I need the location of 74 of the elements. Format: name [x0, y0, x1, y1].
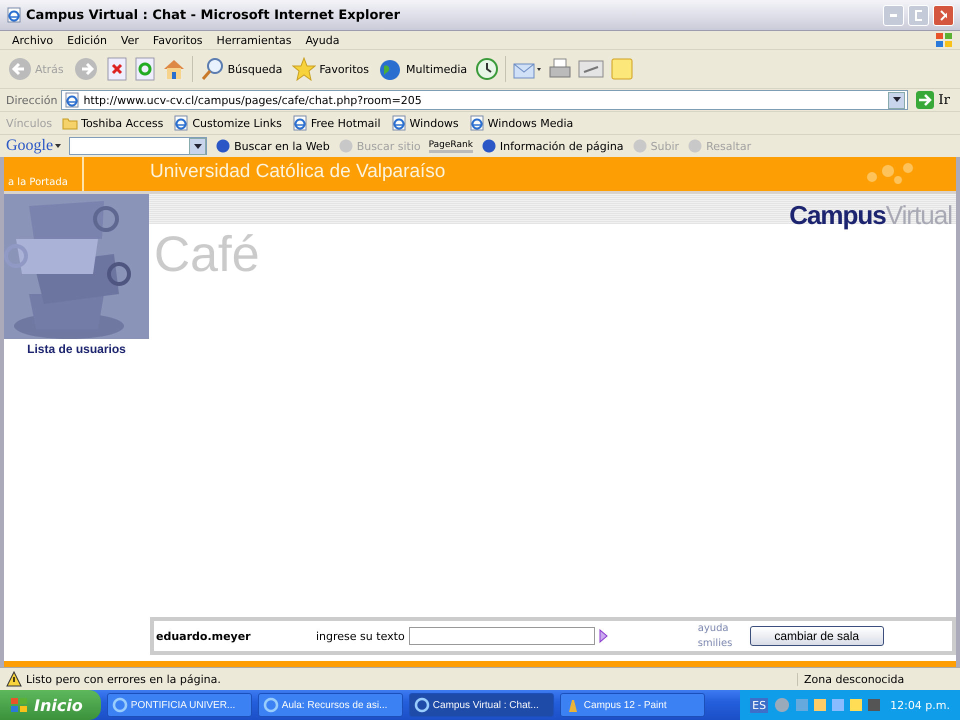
warning-icon	[6, 671, 22, 687]
address-label: Dirección	[6, 94, 58, 106]
history-icon[interactable]	[475, 57, 500, 81]
taskbar-button[interactable]: Campus Virtual : Chat...	[408, 693, 554, 717]
star-icon	[292, 57, 316, 81]
caret-icon	[194, 144, 202, 150]
menu-item[interactable]: Ayuda	[299, 34, 346, 46]
username: eduardo.meyer	[155, 630, 252, 642]
minimize-icon	[890, 14, 897, 16]
circle-icon	[480, 138, 497, 154]
home-icon[interactable]	[162, 57, 186, 81]
help-link[interactable]: ayuda	[698, 623, 750, 634]
taskbar-button[interactable]: Campus 12 - Paint	[560, 693, 705, 717]
google-toolbar-button[interactable]: Información de página	[480, 138, 624, 154]
browser-page-icon	[390, 115, 407, 131]
circle-icon	[215, 138, 232, 154]
dots-decoration	[866, 162, 916, 184]
google-toolbar-button[interactable]: Buscar en la Web	[215, 138, 330, 154]
dropdown-button[interactable]	[888, 92, 906, 108]
link-item[interactable]: Free Hotmail	[292, 115, 381, 131]
dropdown-button[interactable]	[189, 138, 206, 155]
link-item[interactable]: Windows	[390, 115, 459, 131]
university-name: Universidad Católica de Valparaíso	[149, 160, 446, 184]
menu-item[interactable]: Herramientas	[210, 34, 298, 46]
taskbar-button[interactable]: PONTIFICIA UNIVER...	[106, 693, 252, 717]
search-button[interactable]: Búsqueda	[198, 55, 284, 83]
stop-icon[interactable]	[106, 57, 128, 81]
language-indicator[interactable]: ES	[750, 698, 768, 712]
taskbar-button[interactable]: Aula: Recursos de asi...	[258, 693, 403, 717]
circle-icon	[687, 138, 704, 154]
browser-icon	[112, 697, 128, 713]
close-button[interactable]	[933, 4, 954, 26]
windows-logo-icon	[10, 697, 28, 713]
window-icon	[6, 7, 22, 23]
browser-page-icon	[292, 115, 308, 131]
menu-item[interactable]: Edición	[61, 34, 113, 46]
search-icon	[200, 57, 225, 81]
caret-icon	[892, 97, 901, 103]
campus-virtual-logo: CampusVirtual	[789, 200, 952, 231]
browser-page-icon	[468, 115, 485, 131]
circle-icon	[338, 138, 354, 154]
google-menu[interactable]: Google	[6, 137, 62, 155]
globe-icon	[379, 57, 403, 81]
window-title: Campus Virtual : Chat - Microsoft Internet Explorer	[26, 8, 402, 22]
windows-logo-icon	[934, 32, 954, 48]
browser-icon	[414, 697, 430, 713]
security-zone: Zona desconocida	[797, 672, 954, 686]
browser-page-icon	[64, 92, 80, 108]
browser-page-icon	[173, 115, 190, 131]
link-item[interactable]: Windows Media	[468, 115, 574, 131]
google-toolbar-button[interactable]: PageRank	[428, 140, 473, 152]
go-arrow-icon	[916, 91, 934, 109]
media-button[interactable]: Multimedia	[377, 55, 470, 83]
address-field[interactable]: http://www.ucv-cv.cl/campus/pages/cafe/chat.php?room=205	[61, 90, 908, 110]
status-text: Listo pero con errores en la página.	[26, 672, 222, 686]
help-link[interactable]: smilies	[698, 638, 750, 649]
favorites-button[interactable]: Favoritos	[290, 55, 371, 83]
google-search-field[interactable]	[69, 137, 208, 155]
links-label: Vínculos	[6, 116, 52, 130]
go-button[interactable]: Ir	[912, 91, 954, 109]
message-input[interactable]	[408, 627, 595, 645]
caret-icon	[55, 144, 62, 148]
link-item[interactable]: Customize Links	[173, 115, 282, 131]
clock: 12:04 p.m.	[890, 698, 950, 712]
link-item[interactable]: Toshiba Access	[62, 115, 164, 131]
browser-icon	[262, 697, 279, 713]
message-label: ingrese su texto	[316, 630, 405, 642]
change-room-button[interactable]: cambiar de sala	[750, 626, 884, 646]
user-list-link[interactable]: Lista de usuarios	[4, 339, 149, 356]
menu-item[interactable]: Archivo	[6, 34, 60, 46]
menu-item[interactable]: Ver	[114, 34, 145, 46]
send-arrow-icon[interactable]	[598, 629, 608, 643]
menu-item[interactable]: Favoritos	[146, 34, 209, 46]
circle-icon	[632, 138, 648, 154]
